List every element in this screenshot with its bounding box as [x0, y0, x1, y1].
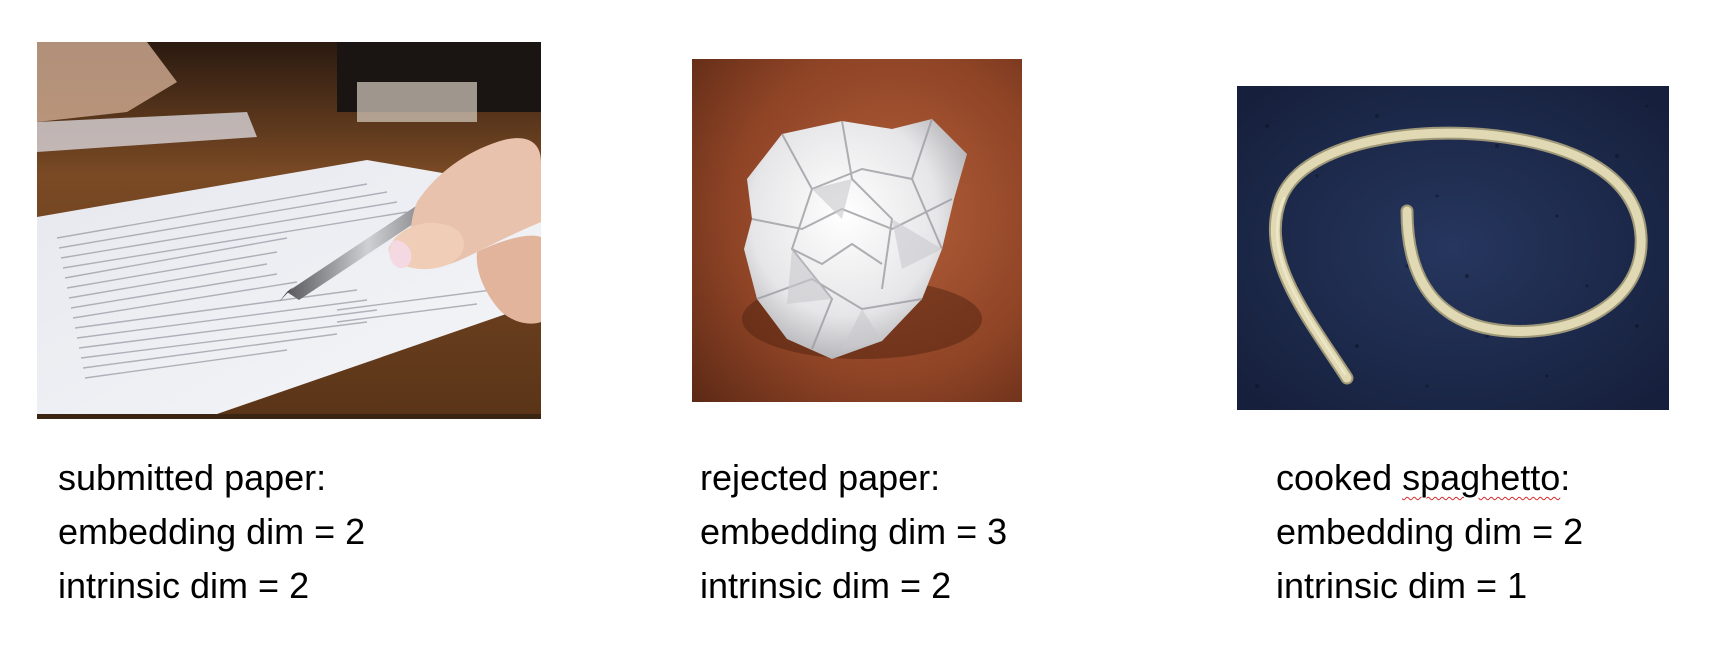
caption-title: rejected paper: [700, 457, 941, 498]
intrinsic-dim-label: intrinsic dim = 1 [1276, 565, 1528, 606]
submitted-paper-photo [37, 42, 541, 419]
caption-title-word: cooked [1276, 457, 1393, 498]
spaghetti-strand-photo [1237, 86, 1669, 410]
caption-rejected-paper: rejected paper: embedding dim = 3 intrin… [700, 451, 1007, 613]
embedding-dim-label: embedding dim = 3 [700, 511, 1008, 552]
embedding-dim-label: embedding dim = 2 [1276, 511, 1584, 552]
caption-submitted-paper: submitted paper: embedding dim = 2 intri… [58, 451, 365, 613]
intrinsic-dim-label: intrinsic dim = 2 [58, 565, 310, 606]
embedding-dim-label: embedding dim = 2 [58, 511, 366, 552]
caption-cooked-spaghetto: cooked spaghetto: embedding dim = 2 intr… [1276, 451, 1583, 613]
caption-title: submitted paper: [58, 457, 327, 498]
crumpled-paper-photo [692, 59, 1022, 402]
intrinsic-dim-label: intrinsic dim = 2 [700, 565, 952, 606]
caption-title: cooked spaghetto: [1276, 451, 1583, 505]
caption-title-colon: : [1560, 457, 1571, 498]
spellcheck-flagged-word: spaghetto [1402, 457, 1561, 498]
